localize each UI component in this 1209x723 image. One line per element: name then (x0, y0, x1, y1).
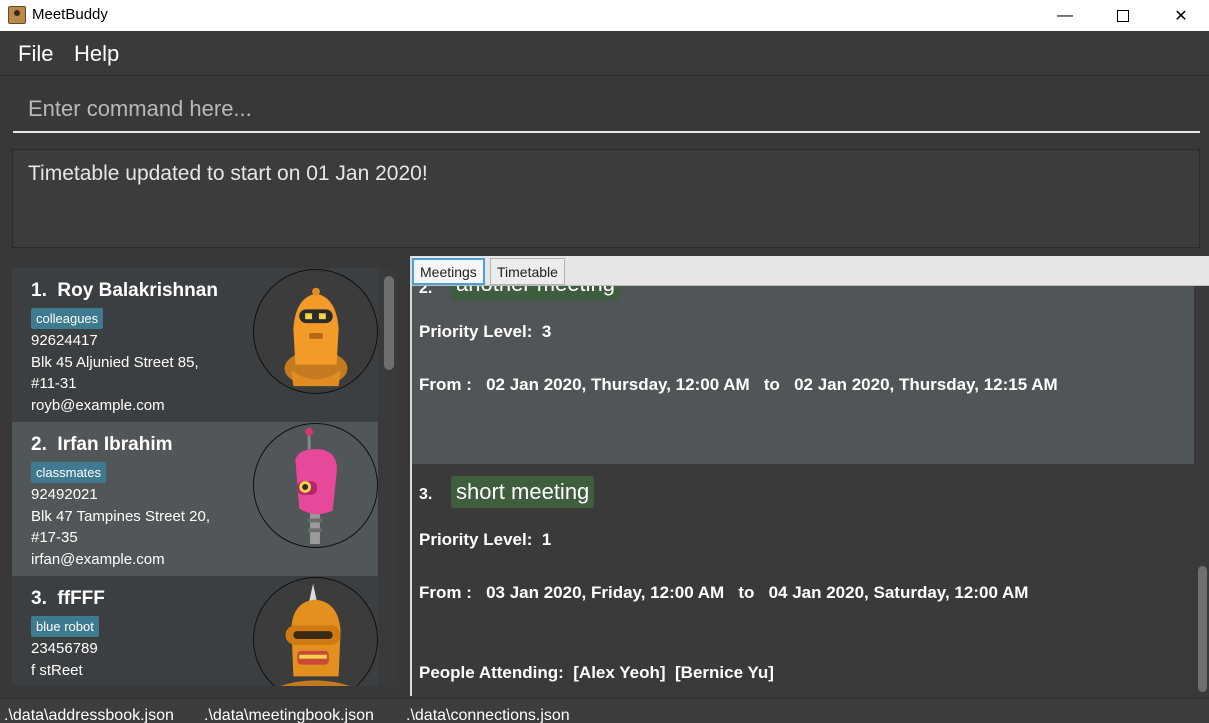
meeting-list-scroll-thumb[interactable] (1198, 566, 1207, 692)
close-icon[interactable]: ✕ (1152, 0, 1209, 31)
meeting-index: 3. (419, 486, 433, 503)
tab-timetable[interactable]: Timetable (490, 258, 565, 285)
meeting-priority: Priority Level: 3 (419, 322, 552, 341)
meeting-title: another meeting (451, 286, 620, 300)
meeting-time: From : 03 Jan 2020, Friday, 12:00 AM to … (419, 583, 1029, 602)
person-card[interactable]: 1. Roy Balakrishnan colleagues 92624417 … (12, 268, 378, 422)
meeting-card[interactable]: 2. another meeting Priority Level: 3 Fro… (412, 286, 1194, 464)
title-bar: MeetBuddy — ✕ (0, 0, 1209, 31)
meeting-card[interactable]: 3. short meeting Priority Level: 1 From … (412, 464, 1194, 696)
person-address: Blk 47 Tampines Street 20, (31, 508, 210, 525)
status-meetingbook-path: .\data\meetingbook.json (204, 707, 374, 723)
person-tag: classmates (31, 462, 107, 483)
person-list[interactable]: 1. Roy Balakrishnan colleagues 92624417 … (12, 268, 398, 686)
person-email: irfan@example.com (31, 551, 165, 568)
command-box (0, 77, 1209, 143)
app-icon (8, 6, 26, 24)
person-address: f stReet (31, 662, 83, 679)
person-name: 2. Irfan Ibrahim (31, 434, 173, 455)
status-bar: .\data\addressbook.json .\data\meetingbo… (0, 698, 1209, 723)
menu-file[interactable]: File (18, 41, 53, 67)
person-name: 1. Roy Balakrishnan (31, 280, 218, 301)
meeting-title: short meeting (451, 476, 595, 508)
person-tag: colleagues (31, 308, 104, 329)
maximize-icon[interactable] (1094, 0, 1152, 31)
minimize-icon[interactable]: — (1036, 0, 1094, 31)
person-address: Blk 45 Aljunied Street 85, (31, 354, 199, 371)
tab-bar: Meetings Timetable (412, 256, 1209, 286)
person-name: 3. ffFFF (31, 588, 105, 609)
menu-bar: File Help (0, 31, 1209, 76)
robot-avatar-icon (253, 423, 378, 548)
meeting-time: From : 02 Jan 2020, Thursday, 12:00 AM t… (419, 375, 1058, 394)
person-address-line2: #11-31 (31, 375, 77, 392)
person-card[interactable]: 2. Irfan Ibrahim classmates 92492021 Blk… (12, 422, 378, 576)
person-list-scroll-thumb[interactable] (384, 276, 394, 370)
result-message: Timetable updated to start on 01 Jan 202… (28, 162, 428, 185)
person-email: royb@example.com (31, 397, 165, 414)
robot-avatar-icon (253, 577, 378, 686)
status-connections-path: .\data\connections.json (406, 707, 570, 723)
meeting-attendees: People Attending: [Alex Yeoh] [Bernice Y… (419, 663, 774, 682)
person-tag: blue robot (31, 616, 99, 637)
person-phone: 23456789 (31, 640, 98, 657)
person-address-line2: #17-35 (31, 529, 78, 546)
meeting-list[interactable]: 2. another meeting Priority Level: 3 Fro… (412, 286, 1194, 696)
person-card[interactable]: 3. ffFFF blue robot 23456789 f stReet (12, 576, 378, 686)
person-phone: 92492021 (31, 486, 98, 503)
command-input[interactable] (13, 87, 1200, 133)
menu-help[interactable]: Help (74, 41, 119, 67)
window-title: MeetBuddy (32, 6, 108, 23)
result-display: Timetable updated to start on 01 Jan 202… (12, 149, 1200, 248)
meeting-priority: Priority Level: 1 (419, 530, 552, 549)
person-phone: 92624417 (31, 332, 98, 349)
meeting-index: 2. (419, 286, 433, 297)
tab-meetings[interactable]: Meetings (412, 258, 485, 285)
robot-avatar-icon (253, 269, 378, 394)
status-addressbook-path: .\data\addressbook.json (4, 707, 174, 723)
